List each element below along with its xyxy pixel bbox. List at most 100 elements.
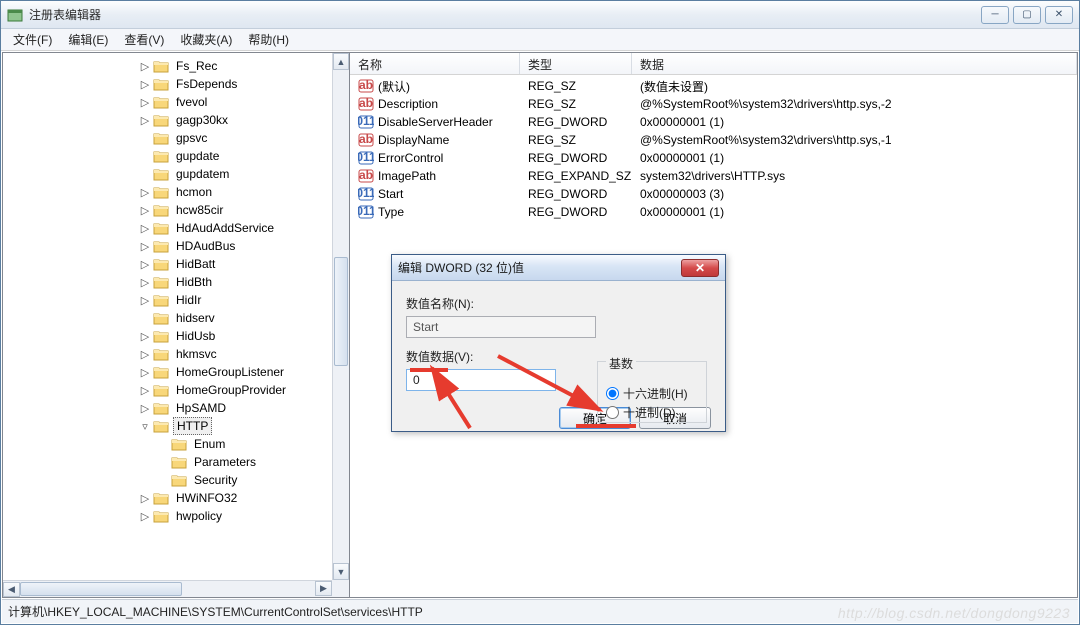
tree-node[interactable]: ▷HidBth [3, 273, 332, 291]
tree-node[interactable]: gupdate [3, 147, 332, 165]
expander-icon[interactable]: ▷ [137, 186, 153, 199]
expander-icon[interactable]: ▷ [137, 114, 153, 127]
tree-node[interactable]: Parameters [3, 453, 332, 471]
list-row[interactable]: TypeREG_DWORD0x00000001 (1) [350, 203, 1077, 221]
tree-vscroll[interactable]: ▲ ▼ [332, 53, 349, 580]
tree-hscroll[interactable]: ◀ ▶ [3, 580, 332, 597]
list-header[interactable]: 名称 类型 数据 [350, 53, 1077, 75]
expander-icon[interactable]: ▷ [137, 294, 153, 307]
expander-icon[interactable]: ▷ [137, 348, 153, 361]
value-type: REG_EXPAND_SZ [520, 169, 632, 183]
expander-icon[interactable]: ▷ [137, 222, 153, 235]
folder-icon [153, 347, 169, 361]
col-name[interactable]: 名称 [350, 53, 520, 74]
value-data: 0x00000003 (3) [632, 187, 1077, 201]
tree-node[interactable]: ▷HWiNFO32 [3, 489, 332, 507]
value-name: (默认) [378, 78, 410, 95]
menu-fav[interactable]: 收藏夹(A) [172, 29, 240, 50]
list-row[interactable]: StartREG_DWORD0x00000003 (3) [350, 185, 1077, 203]
folder-icon [153, 149, 169, 163]
dialog-close-button[interactable]: ✕ [681, 259, 719, 277]
tree-node[interactable]: ▷ HdAudAddService [3, 219, 332, 237]
menu-file[interactable]: 文件(F) [5, 29, 60, 50]
expander-icon[interactable]: ▷ [137, 204, 153, 217]
tree-node[interactable]: gupdatem [3, 165, 332, 183]
tree-node[interactable]: ▷Fs_Rec [3, 57, 332, 75]
expander-icon[interactable]: ▷ [137, 492, 153, 505]
list-row[interactable]: DisplayNameREG_SZ@%SystemRoot%\system32\… [350, 131, 1077, 149]
tree-label: HdAudAddService [173, 220, 277, 236]
list-row[interactable]: DescriptionREG_SZ@%SystemRoot%\system32\… [350, 95, 1077, 113]
value-icon [358, 96, 374, 112]
minimize-button[interactable]: ─ [981, 6, 1009, 24]
scroll-down-icon[interactable]: ▼ [333, 563, 349, 580]
list-row[interactable]: DisableServerHeaderREG_DWORD0x00000001 (… [350, 113, 1077, 131]
tree-node[interactable]: ▷fvevol [3, 93, 332, 111]
expander-icon[interactable]: ▷ [137, 240, 153, 253]
app-icon [7, 7, 23, 23]
tree-node[interactable]: ▷hcmon [3, 183, 332, 201]
tree-node[interactable]: ▷FsDepends [3, 75, 332, 93]
tree-node[interactable]: ▷HidBatt [3, 255, 332, 273]
tree-node[interactable]: ▷hkmsvc [3, 345, 332, 363]
expander-icon[interactable]: ▷ [137, 384, 153, 397]
radio-hex[interactable]: 十六进制(H) [606, 385, 698, 402]
tree-node[interactable]: ▷gagp30kx [3, 111, 332, 129]
tree-node[interactable]: ▷HomeGroupListener [3, 363, 332, 381]
tree-label: hcw85cir [173, 202, 226, 218]
tree-node[interactable]: ▷ HDAudBus [3, 237, 332, 255]
folder-icon [153, 239, 169, 253]
tree-node[interactable]: ▷HpSAMD [3, 399, 332, 417]
list-row[interactable]: (默认)REG_SZ(数值未设置) [350, 77, 1077, 95]
menu-view[interactable]: 查看(V) [116, 29, 172, 50]
status-path: 计算机\HKEY_LOCAL_MACHINE\SYSTEM\CurrentCon… [8, 603, 423, 620]
value-name: DisableServerHeader [378, 115, 493, 129]
scroll-left-icon[interactable]: ◀ [3, 582, 20, 597]
expander-icon[interactable]: ▷ [137, 96, 153, 109]
menu-edit[interactable]: 编辑(E) [60, 29, 116, 50]
expander-icon[interactable]: ▷ [137, 60, 153, 73]
folder-icon [153, 419, 169, 433]
menu-help[interactable]: 帮助(H) [240, 29, 297, 50]
tree-node[interactable]: ▷HidUsb [3, 327, 332, 345]
col-data[interactable]: 数据 [632, 53, 1077, 74]
list-row[interactable]: ImagePathREG_EXPAND_SZsystem32\drivers\H… [350, 167, 1077, 185]
titlebar[interactable]: 注册表编辑器 ─ ▢ ✕ [1, 1, 1079, 29]
folder-icon [171, 455, 187, 469]
base-label: 基数 [606, 357, 636, 371]
col-type[interactable]: 类型 [520, 53, 632, 74]
dialog-titlebar[interactable]: 编辑 DWORD (32 位)值 ✕ [392, 255, 725, 281]
tree-node[interactable]: ▷HomeGroupProvider [3, 381, 332, 399]
maximize-button[interactable]: ▢ [1013, 6, 1041, 24]
expander-icon[interactable]: ▷ [137, 276, 153, 289]
radio-dec[interactable]: 十进制(D) [606, 404, 698, 421]
tree-node[interactable]: ▿ HTTP [3, 417, 332, 435]
folder-icon [153, 401, 169, 415]
expander-icon[interactable]: ▿ [137, 420, 153, 433]
tree-node[interactable]: ▷HidIr [3, 291, 332, 309]
expander-icon[interactable]: ▷ [137, 330, 153, 343]
value-icon [358, 132, 374, 148]
tree-node[interactable]: ▷ hcw85cir [3, 201, 332, 219]
tree-node[interactable]: hidserv [3, 309, 332, 327]
expander-icon[interactable]: ▷ [137, 402, 153, 415]
folder-icon [153, 293, 169, 307]
tree-node[interactable]: Enum [3, 435, 332, 453]
tree-node[interactable]: ▷hwpolicy [3, 507, 332, 525]
tree-node[interactable]: gpsvc [3, 129, 332, 147]
tree-node[interactable]: Security [3, 471, 332, 489]
expander-icon[interactable]: ▷ [137, 78, 153, 91]
list-row[interactable]: ErrorControlREG_DWORD0x00000001 (1) [350, 149, 1077, 167]
close-button[interactable]: ✕ [1045, 6, 1073, 24]
tree-label: HTTP [173, 417, 212, 435]
expander-icon[interactable]: ▷ [137, 258, 153, 271]
expander-icon[interactable]: ▷ [137, 510, 153, 523]
value-icon [358, 168, 374, 184]
scroll-right-icon[interactable]: ▶ [315, 581, 332, 596]
value-icon [358, 150, 374, 166]
scroll-up-icon[interactable]: ▲ [333, 53, 349, 70]
window-title: 注册表编辑器 [29, 6, 981, 23]
expander-icon[interactable]: ▷ [137, 366, 153, 379]
value-data-field[interactable] [406, 369, 556, 391]
tree-label: HDAudBus [173, 238, 238, 254]
